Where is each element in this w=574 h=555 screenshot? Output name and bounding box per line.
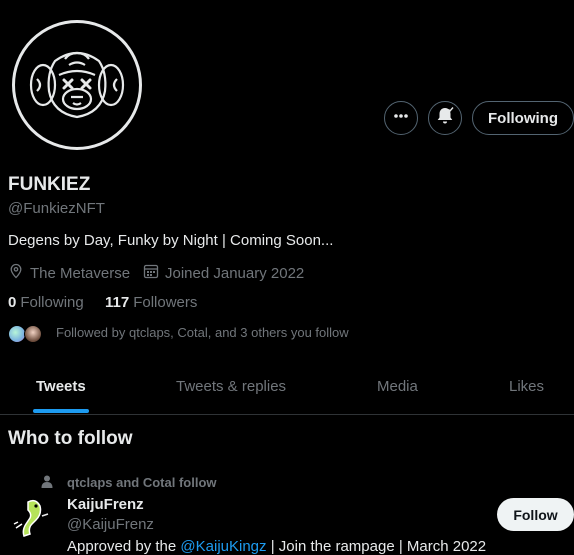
divider bbox=[0, 414, 574, 415]
more-horizontal-icon bbox=[392, 107, 410, 130]
follower-avatar[interactable] bbox=[24, 325, 42, 343]
suggestion-bio: Approved by the @KaijuKingz | Join the r… bbox=[67, 538, 486, 555]
suggestion-bio-mention[interactable]: @KaijuKingz bbox=[180, 538, 266, 555]
profile-location: The Metaverse bbox=[8, 263, 130, 283]
following-count-link[interactable]: 0 Following bbox=[8, 294, 84, 311]
person-icon bbox=[41, 475, 53, 494]
suggestion-name[interactable]: KaijuFrenz bbox=[67, 496, 144, 513]
location-pin-icon bbox=[8, 263, 30, 283]
suggestion-bio-prefix: Approved by the bbox=[67, 538, 181, 555]
suggestion-bio-suffix: | Join the rampage | March 2022 bbox=[266, 538, 487, 555]
following-label: Following bbox=[20, 294, 84, 311]
follow-button[interactable]: Follow bbox=[497, 498, 574, 531]
profile-bio: Degens by Day, Funky by Night | Coming S… bbox=[8, 232, 334, 249]
tab-tweets[interactable]: Tweets bbox=[36, 378, 86, 395]
active-tab-indicator bbox=[33, 409, 89, 413]
bell-subscribed-icon bbox=[435, 106, 455, 131]
notifications-button[interactable] bbox=[428, 101, 462, 135]
tab-tweets-replies[interactable]: Tweets & replies bbox=[176, 378, 286, 395]
gorilla-logo-icon bbox=[29, 51, 125, 119]
suggestion-handle[interactable]: @KaijuFrenz bbox=[67, 516, 154, 533]
profile-handle: @FunkiezNFT bbox=[8, 200, 105, 217]
followers-label: Followers bbox=[133, 294, 198, 311]
tab-likes[interactable]: Likes bbox=[509, 378, 544, 395]
joined-text: Joined January 2022 bbox=[165, 264, 305, 282]
followers-count-link[interactable]: 117 Followers bbox=[105, 294, 197, 311]
profile-joined: Joined January 2022 bbox=[143, 263, 304, 283]
following-button[interactable]: Following bbox=[472, 101, 574, 135]
suggestion-avatar[interactable] bbox=[8, 494, 56, 542]
profile-name: FUNKIEZ bbox=[8, 174, 91, 195]
followed-by-text[interactable]: Followed by qtclaps, Cotal, and 3 others… bbox=[56, 325, 349, 340]
who-to-follow-title: Who to follow bbox=[8, 428, 133, 449]
kaiju-character-icon bbox=[8, 494, 56, 542]
tab-media[interactable]: Media bbox=[377, 378, 418, 395]
social-context: qtclaps and Cotal follow bbox=[67, 475, 217, 490]
followers-count: 117 bbox=[105, 294, 130, 311]
profile-avatar[interactable] bbox=[12, 20, 142, 150]
following-count: 0 bbox=[8, 294, 17, 311]
more-button[interactable] bbox=[384, 101, 418, 135]
calendar-icon bbox=[143, 263, 165, 283]
location-text: The Metaverse bbox=[30, 264, 131, 282]
